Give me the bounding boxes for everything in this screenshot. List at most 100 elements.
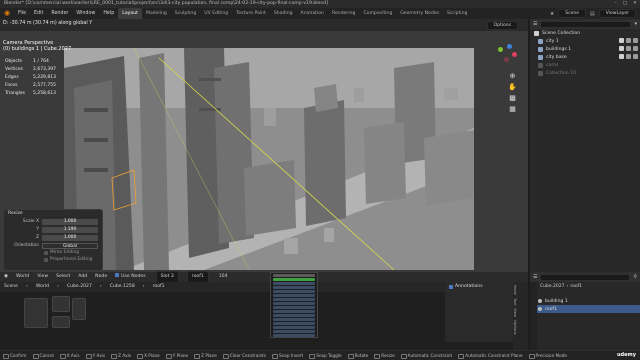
material-option[interactable]: [273, 278, 315, 281]
outliner-item-collection-10[interactable]: Collection 10: [530, 69, 640, 77]
orientation-dropdown[interactable]: Global: [42, 242, 98, 249]
tab-shading[interactable]: Shading: [270, 8, 297, 19]
tab-rendering[interactable]: Rendering: [328, 8, 359, 19]
menu-file[interactable]: File: [14, 8, 30, 19]
material-slot-building-1[interactable]: building 1: [530, 297, 640, 305]
shader-node[interactable]: [52, 296, 70, 312]
material-browse-dropdown[interactable]: [270, 272, 318, 338]
material-option[interactable]: [273, 286, 315, 289]
minimize-icon[interactable]: –: [615, 0, 617, 8]
view-layer-icon: ▤: [590, 10, 595, 17]
material-option[interactable]: [273, 294, 315, 297]
menu-help[interactable]: Help: [99, 8, 118, 19]
checkbox-icon[interactable]: [619, 46, 624, 51]
material-option[interactable]: [273, 330, 315, 333]
editor-type-icon[interactable]: ◉: [0, 272, 12, 282]
material-option[interactable]: [273, 322, 315, 325]
collection-icon: [538, 62, 543, 68]
tab-layout[interactable]: Layout: [118, 8, 142, 19]
outliner-item-cams[interactable]: cams: [530, 61, 640, 69]
zoom-icon[interactable]: ⊕: [508, 72, 517, 81]
menu-select[interactable]: Select: [52, 272, 74, 282]
tab-options[interactable]: Options: [513, 320, 518, 335]
outliner-item-city-1[interactable]: city 1: [530, 37, 640, 45]
scale-z-field[interactable]: 1.000: [42, 234, 98, 241]
outliner-scene-collection[interactable]: Scene Collection: [530, 29, 640, 37]
menu-add[interactable]: Add: [74, 272, 91, 282]
camera-icon[interactable]: [633, 38, 638, 43]
tab-view[interactable]: View: [513, 308, 518, 317]
breadcrumb-object: Cube.2027: [540, 284, 565, 289]
gizmo-neg-axis-icon[interactable]: [504, 57, 509, 62]
tab-animation[interactable]: Animation: [297, 8, 328, 19]
annotations-panel-header[interactable]: Annotations: [445, 282, 513, 291]
filter-icon[interactable]: ▾: [634, 21, 637, 27]
tab-node[interactable]: Node: [513, 285, 518, 295]
material-option[interactable]: [273, 306, 315, 309]
material-users-count[interactable]: 104: [215, 272, 232, 282]
options-dropdown[interactable]: Options: [486, 21, 518, 30]
material-option[interactable]: [273, 314, 315, 317]
outliner-item-city-base[interactable]: city base: [530, 53, 640, 61]
outliner-editor-icon[interactable]: ☰: [533, 21, 537, 27]
mirror-editing-checkbox[interactable]: Mirror Editing: [44, 249, 102, 256]
tab-texture-paint[interactable]: Texture Paint: [232, 8, 270, 19]
tab-modeling[interactable]: Modeling: [142, 8, 171, 19]
view-layer-selector[interactable]: ViewLayer: [598, 9, 636, 18]
menu-node[interactable]: Node: [91, 272, 111, 282]
menu-window[interactable]: Window: [72, 8, 99, 19]
material-option[interactable]: [273, 298, 315, 301]
eye-icon[interactable]: [626, 54, 631, 59]
checkbox-icon[interactable]: [619, 54, 624, 59]
menu-edit[interactable]: Edit: [30, 8, 47, 19]
camera-view-icon[interactable]: ▩: [508, 94, 517, 103]
tab-tool[interactable]: Tool: [513, 298, 518, 305]
proportional-editing-checkbox[interactable]: Proportional Editing: [44, 256, 102, 263]
adjust-last-operation-panel[interactable]: Resize Scale X 1.000 Y 1.190 Z 1.000 Ori…: [3, 209, 103, 271]
menu-view[interactable]: View: [33, 272, 52, 282]
outliner-item-buildings-1[interactable]: buildings 1: [530, 45, 640, 53]
gizmo-y-axis-icon[interactable]: [498, 47, 503, 52]
use-nodes-toggle[interactable]: Use Nodes: [111, 272, 149, 282]
pan-hand-icon[interactable]: ✋: [508, 83, 517, 92]
material-option[interactable]: [273, 334, 315, 337]
camera-icon[interactable]: [633, 46, 638, 51]
gizmo-z-axis-icon[interactable]: [507, 44, 512, 49]
material-option[interactable]: [273, 282, 315, 285]
gizmo-x-axis-icon[interactable]: [512, 52, 517, 57]
shader-node[interactable]: [52, 316, 70, 328]
blender-logo-icon[interactable]: ◉: [0, 8, 14, 19]
material-slot-roof1[interactable]: roof1: [530, 305, 640, 313]
tab-compositing[interactable]: Compositing: [359, 8, 396, 19]
tab-geometry-nodes[interactable]: Geometry Nodes: [396, 8, 443, 19]
tab-uv-editing[interactable]: UV Editing: [200, 8, 232, 19]
menu-render[interactable]: Render: [47, 8, 72, 19]
material-option[interactable]: [273, 318, 315, 321]
checkbox-icon[interactable]: [619, 38, 624, 43]
shader-node[interactable]: [72, 298, 86, 320]
eye-icon[interactable]: [626, 46, 631, 51]
camera-icon[interactable]: [633, 54, 638, 59]
shader-type-dropdown[interactable]: World: [12, 272, 33, 282]
material-option[interactable]: [273, 290, 315, 293]
pin-icon[interactable]: ⚲: [633, 274, 637, 280]
eye-icon[interactable]: [626, 38, 631, 43]
properties-tabs[interactable]: [530, 282, 537, 350]
shader-node[interactable]: [24, 298, 48, 328]
checkbox-icon[interactable]: [449, 284, 453, 289]
scene-selector[interactable]: Scene: [558, 9, 587, 18]
outliner-search-input[interactable]: [540, 20, 632, 28]
grid-toggle-icon[interactable]: ▦: [508, 105, 517, 114]
material-option[interactable]: [273, 302, 315, 305]
maximize-icon[interactable]: □: [623, 0, 627, 8]
material-option[interactable]: [273, 274, 315, 277]
material-option[interactable]: [273, 310, 315, 313]
tab-sculpting[interactable]: Sculpting: [171, 8, 200, 19]
scale-y-field[interactable]: 1.190: [42, 226, 98, 233]
material-option[interactable]: [273, 326, 315, 329]
properties-search-input[interactable]: [540, 273, 631, 281]
properties-editor-icon[interactable]: ☰: [533, 274, 537, 280]
tab-scripting[interactable]: Scripting: [443, 8, 471, 19]
close-icon[interactable]: ✕: [633, 0, 637, 8]
scale-x-field[interactable]: 1.000: [42, 218, 98, 225]
